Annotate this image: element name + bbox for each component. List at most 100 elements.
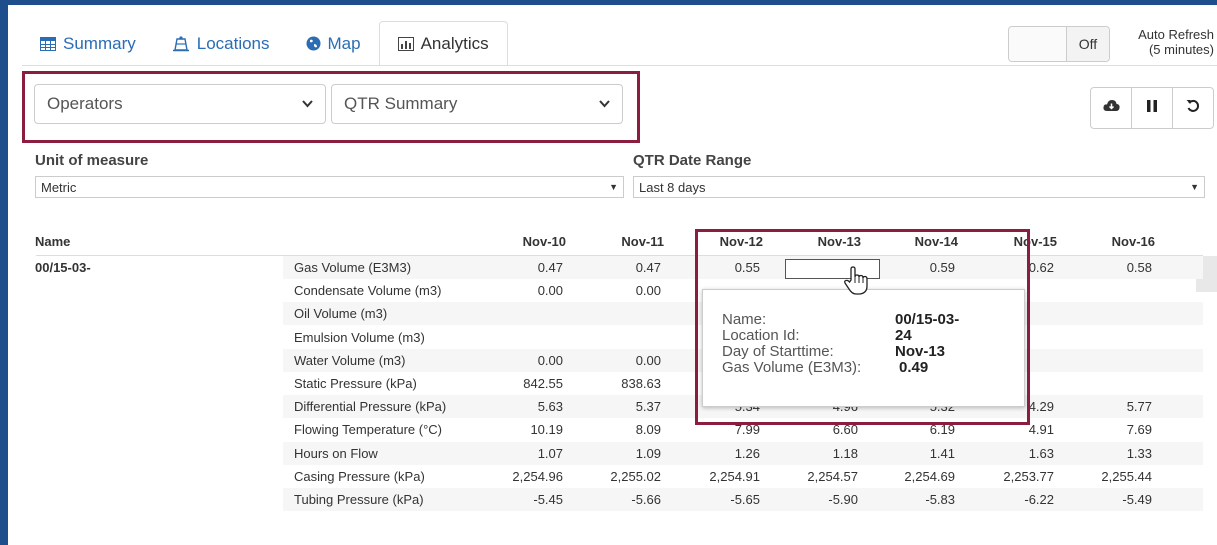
table-cell[interactable]: 0.00 xyxy=(591,353,661,368)
tab-summary-label: Summary xyxy=(63,33,136,53)
pause-icon xyxy=(1146,99,1158,118)
table-cell[interactable]: 842.55 xyxy=(493,376,563,391)
table-cell[interactable]: 1.33 xyxy=(1082,446,1152,461)
refresh-button[interactable] xyxy=(1172,87,1214,129)
table-cell[interactable]: 2,254.69 xyxy=(885,469,955,484)
auto-refresh-toggle[interactable]: Off xyxy=(1008,26,1110,62)
row-label: Gas Volume (E3M3) xyxy=(294,260,412,275)
table-cell[interactable]: 1.41 xyxy=(885,446,955,461)
analytics-app: Summary Locations Map Analytics Off Auto… xyxy=(8,5,1217,545)
row-label: Water Volume (m3) xyxy=(294,352,406,368)
row-label: Static Pressure (kPa) xyxy=(294,376,417,391)
table-cell[interactable]: -6.22 xyxy=(984,492,1054,507)
column-header: Nov-10 xyxy=(522,234,566,249)
table-cell[interactable]: 2,254.91 xyxy=(690,469,760,484)
toggle-knob xyxy=(1009,27,1067,61)
table-row: Hours on Flow 1.07 1.09 1.26 1.18 1.41 1.63 1.3… xyxy=(283,441,1203,465)
row-label: Differential Pressure (kPa) xyxy=(294,399,447,415)
bar-chart-icon xyxy=(397,36,414,51)
locations-icon xyxy=(172,35,190,52)
row-name-cell: 00/15-03- xyxy=(35,260,91,275)
date-range-label: QTR Date Range xyxy=(633,152,752,169)
column-header: Nov-11 xyxy=(621,234,664,249)
row-label: Hours on Flow xyxy=(294,445,378,461)
table-cell[interactable]: 0.00 xyxy=(493,283,563,298)
name-column-header: Name xyxy=(35,234,71,249)
row-label: Emulsion Volume (m3) xyxy=(294,329,425,345)
unit-of-measure-value: Metric xyxy=(41,179,77,195)
table-cell[interactable]: 0.00 xyxy=(493,353,563,368)
table-row: Casing Pressure (kPa) 2,254.96 2,255.02 2,2… xyxy=(283,465,1203,488)
toggle-state-label: Off xyxy=(1067,27,1109,61)
table-icon xyxy=(40,36,56,51)
cloud-download-icon xyxy=(1102,99,1120,117)
table-cell[interactable]: 5.37 xyxy=(591,399,661,414)
row-label: Tubing Pressure (kPa) xyxy=(294,492,424,507)
unit-of-measure-label: Unit of measure xyxy=(35,152,149,169)
row-label: Casing Pressure (kPa) xyxy=(294,468,425,484)
table-cell[interactable]: 2,253.77 xyxy=(984,469,1054,484)
tab-bar-divider xyxy=(22,65,1217,66)
tooltip-highlight xyxy=(695,229,1030,425)
tab-analytics[interactable]: Analytics xyxy=(378,21,508,66)
tab-map-label: Map xyxy=(327,33,361,53)
table-cell[interactable]: 0.47 xyxy=(591,260,661,275)
table-cell[interactable]: 2,255.02 xyxy=(591,469,661,484)
table-cell[interactable]: -5.49 xyxy=(1082,492,1152,507)
action-button-group xyxy=(1090,87,1214,129)
table-cell[interactable]: 0.00 xyxy=(591,283,661,298)
table-cell[interactable]: 10.19 xyxy=(493,422,563,437)
row-label: Condensate Volume (m3) xyxy=(294,283,442,299)
table-cell[interactable]: -5.83 xyxy=(885,492,955,507)
report-select[interactable]: QTR Summary xyxy=(331,84,623,124)
table-cell[interactable]: 1.09 xyxy=(591,446,661,461)
table-cell[interactable]: 2,255.44 xyxy=(1082,469,1152,484)
chevron-down-icon xyxy=(599,100,610,108)
table-cell[interactable]: 0.47 xyxy=(493,260,563,275)
table-cell[interactable]: 2,254.57 xyxy=(788,469,858,484)
date-range-select[interactable]: Last 8 days ▼ xyxy=(633,176,1205,198)
column-header: Nov-16 xyxy=(1111,234,1155,249)
auto-refresh-title: Auto Refresh xyxy=(1138,27,1214,42)
table-cell[interactable]: -5.45 xyxy=(493,492,563,507)
row-label: Flowing Temperature (°C) xyxy=(294,422,443,438)
table-cell[interactable]: -5.66 xyxy=(591,492,661,507)
auto-refresh-interval: (5 minutes) xyxy=(1148,42,1214,57)
tab-locations[interactable]: Locations xyxy=(154,21,288,66)
table-cell[interactable]: 7.69 xyxy=(1082,422,1152,437)
table-cell[interactable]: 1.63 xyxy=(984,446,1054,461)
tab-map[interactable]: Map xyxy=(288,21,379,66)
tab-analytics-label: Analytics xyxy=(420,33,489,53)
table-cell[interactable]: 1.18 xyxy=(788,446,858,461)
table-cell[interactable]: 0.58 xyxy=(1082,260,1152,275)
report-select-value: QTR Summary xyxy=(344,94,458,113)
refresh-icon xyxy=(1186,99,1200,118)
table-cell[interactable]: 1.26 xyxy=(690,446,760,461)
tab-summary[interactable]: Summary xyxy=(22,21,154,66)
table-header: Name Nov-10 Nov-11 Nov-12 Nov-13 Nov-14 … xyxy=(8,234,1217,254)
auto-refresh-label: Auto Refresh (5 minutes) xyxy=(1118,27,1214,57)
table-cell[interactable]: 838.63 xyxy=(591,376,661,391)
tab-locations-label: Locations xyxy=(196,33,270,53)
unit-of-measure-select[interactable]: Metric ▼ xyxy=(35,176,624,198)
table-cell[interactable]: 8.09 xyxy=(591,422,661,437)
table-cell[interactable]: -5.65 xyxy=(690,492,760,507)
table-cell[interactable]: 2,254.96 xyxy=(493,469,563,484)
table-cell[interactable]: 5.77 xyxy=(1082,399,1152,414)
table-row: Tubing Pressure (kPa) -5.45 -5.66 -5.65 -5.9… xyxy=(283,488,1203,511)
window-frame-left xyxy=(0,0,8,545)
row-label: Oil Volume (m3) xyxy=(294,306,388,322)
tab-bar: Summary Locations Map Analytics xyxy=(22,21,508,66)
date-range-value: Last 8 days xyxy=(639,179,706,195)
caret-down-icon: ▼ xyxy=(609,182,618,192)
globe-icon xyxy=(306,36,321,51)
group-select-value: Operators xyxy=(47,94,123,113)
hand-cursor-icon xyxy=(843,266,869,301)
table-cell[interactable]: -5.90 xyxy=(788,492,858,507)
download-button[interactable] xyxy=(1090,87,1132,129)
group-select[interactable]: Operators xyxy=(34,84,326,124)
caret-down-icon: ▼ xyxy=(1190,182,1199,192)
pause-button[interactable] xyxy=(1131,87,1173,129)
table-cell[interactable]: 1.07 xyxy=(493,446,563,461)
table-cell[interactable]: 5.63 xyxy=(493,399,563,414)
